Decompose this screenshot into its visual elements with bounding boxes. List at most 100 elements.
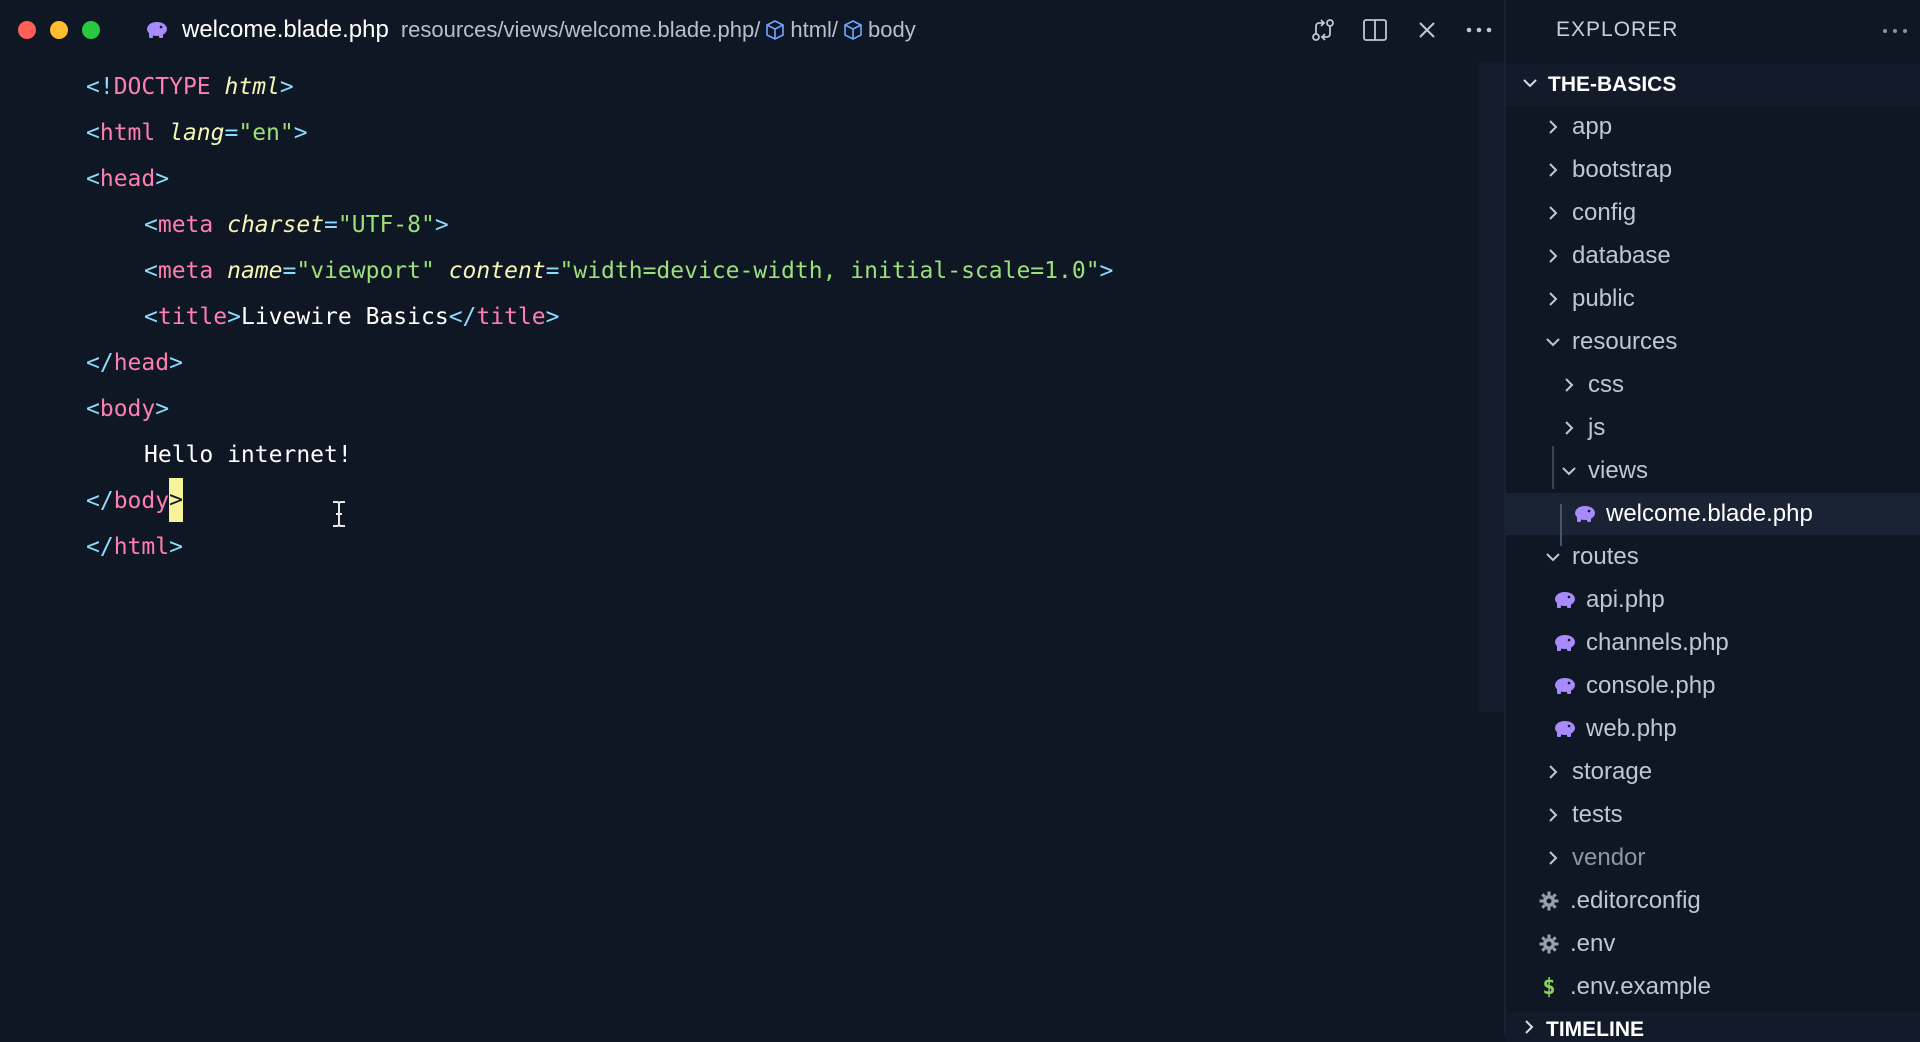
tree-folder-database[interactable]: database: [1506, 235, 1920, 277]
breadcrumb-body[interactable]: body: [868, 17, 916, 43]
tree-folder-resources[interactable]: resources: [1506, 321, 1920, 363]
tree-label: storage: [1572, 758, 1653, 785]
minimize-window-button[interactable]: [50, 21, 68, 39]
zoom-window-button[interactable]: [82, 21, 100, 39]
code-line-6: <title>Livewire Basics</title>: [86, 294, 560, 340]
window-controls: [18, 21, 100, 39]
explorer-header: EXPLORER: [1506, 0, 1920, 60]
tree-label: bootstrap: [1572, 156, 1673, 183]
code-token: head: [99, 166, 156, 192]
tree-folder-css[interactable]: css: [1506, 364, 1920, 406]
code-line-10: </body>: [86, 478, 183, 524]
code-token: lang: [169, 120, 225, 146]
code-token: >: [293, 120, 308, 146]
more-actions-icon[interactable]: [1464, 15, 1494, 45]
tree-label: js: [1588, 414, 1606, 441]
more-actions-icon[interactable]: [1880, 16, 1910, 46]
editor-scrollbar[interactable]: [1478, 62, 1504, 712]
code-line-4: <meta charset="UTF-8">: [86, 202, 449, 248]
code-token: title: [157, 304, 228, 330]
tree-file-web[interactable]: web.php: [1506, 708, 1920, 750]
tree-folder-js[interactable]: js: [1506, 407, 1920, 449]
code-token: <: [86, 166, 100, 192]
tree-file-console[interactable]: console.php: [1506, 665, 1920, 707]
php-elephant-icon: [144, 20, 170, 40]
code-token: =: [324, 212, 338, 238]
code-line-9: Hello internet!: [86, 432, 352, 478]
cube-icon: [762, 17, 788, 43]
tree-folder-views[interactable]: views: [1506, 450, 1920, 492]
code-token: content: [448, 258, 546, 284]
tree-file-env-example[interactable]: $ .env.example: [1506, 966, 1920, 1008]
explorer-panel: EXPLORER THE-BASICS app bootstrap config…: [1504, 0, 1920, 1042]
tree-file-welcome-blade[interactable]: welcome.blade.php: [1506, 493, 1920, 546]
breadcrumb-html[interactable]: html: [790, 17, 832, 43]
tree-label: tests: [1572, 801, 1623, 828]
tree-label: views: [1588, 457, 1649, 484]
code-token: <: [144, 212, 158, 238]
tree-label: resources: [1572, 328, 1678, 355]
tree-label: css: [1588, 371, 1624, 398]
chevron-right-icon: [1542, 288, 1564, 310]
tree-label: .env.example: [1570, 973, 1711, 1000]
tree-folder-public[interactable]: public: [1506, 278, 1920, 320]
code-token: =: [224, 120, 239, 146]
chevron-down-icon: [1542, 331, 1564, 353]
close-icon[interactable]: [1412, 15, 1442, 45]
code-token: html: [99, 120, 156, 146]
breadcrumb-path[interactable]: resources/views/welcome.blade.php: [401, 17, 754, 43]
title-bar: welcome.blade.php resources/views/welcom…: [0, 0, 1504, 60]
open-changes-icon[interactable]: [1308, 15, 1338, 45]
code-token: "en": [238, 120, 294, 146]
tree-folder-config[interactable]: config: [1506, 192, 1920, 234]
timeline-title: TIMELINE: [1546, 1018, 1644, 1041]
tree-folder-storage[interactable]: storage: [1506, 751, 1920, 793]
code-token: >: [545, 304, 560, 330]
dollar-icon: $: [1542, 974, 1556, 1000]
gear-icon: [1536, 890, 1562, 912]
project-folder-row[interactable]: THE-BASICS: [1506, 64, 1920, 106]
code-line-3: <head>: [86, 156, 169, 202]
php-elephant-icon: [1552, 675, 1578, 697]
code-token: "viewport": [296, 258, 435, 284]
chevron-right-icon: [1542, 245, 1564, 267]
tree-folder-bootstrap[interactable]: bootstrap: [1506, 149, 1920, 191]
tree-file-channels[interactable]: channels.php: [1506, 622, 1920, 664]
tree-folder-routes[interactable]: routes: [1506, 536, 1920, 578]
tree-file-env[interactable]: .env: [1506, 923, 1920, 965]
tree-folder-app[interactable]: app: [1506, 106, 1920, 148]
code-token: >: [155, 166, 170, 192]
text-cursor: >: [169, 478, 183, 522]
code-token: body: [113, 488, 170, 514]
close-window-button[interactable]: [18, 21, 36, 39]
split-editor-icon[interactable]: [1360, 15, 1390, 45]
tree-file-editorconfig[interactable]: .editorconfig: [1506, 880, 1920, 922]
code-token: "width=device-width, initial-scale=1.0": [559, 258, 1100, 284]
tree-label: .editorconfig: [1570, 887, 1701, 914]
code-token: DOCTYPE: [113, 74, 211, 100]
code-token: <: [86, 120, 100, 146]
chevron-right-icon: [1542, 116, 1564, 138]
code-token: meta: [157, 258, 214, 284]
code-token: >: [227, 304, 241, 330]
vscode-window: welcome.blade.php resources/views/welcom…: [0, 0, 1920, 1042]
timeline-section-header[interactable]: TIMELINE: [1506, 1012, 1920, 1042]
code-token: </: [86, 488, 114, 514]
tree-label: routes: [1572, 543, 1639, 570]
tree-file-api[interactable]: api.php: [1506, 579, 1920, 621]
tree-label: config: [1572, 199, 1637, 226]
php-elephant-icon: [1552, 589, 1578, 611]
code-token: html: [113, 534, 170, 560]
code-editor[interactable]: <!DOCTYPE html> <html lang="en"> <head> …: [0, 60, 1478, 1036]
chevron-right-icon: [1558, 417, 1580, 439]
chevron-down-icon: [1542, 546, 1564, 568]
editor-tab-title[interactable]: welcome.blade.php: [182, 16, 389, 44]
tree-folder-tests[interactable]: tests: [1506, 794, 1920, 836]
tree-label: .env: [1570, 930, 1616, 957]
code-line-7: </head>: [86, 340, 183, 386]
tree-folder-vendor[interactable]: vendor: [1506, 837, 1920, 879]
editor-actions: [1308, 0, 1504, 60]
